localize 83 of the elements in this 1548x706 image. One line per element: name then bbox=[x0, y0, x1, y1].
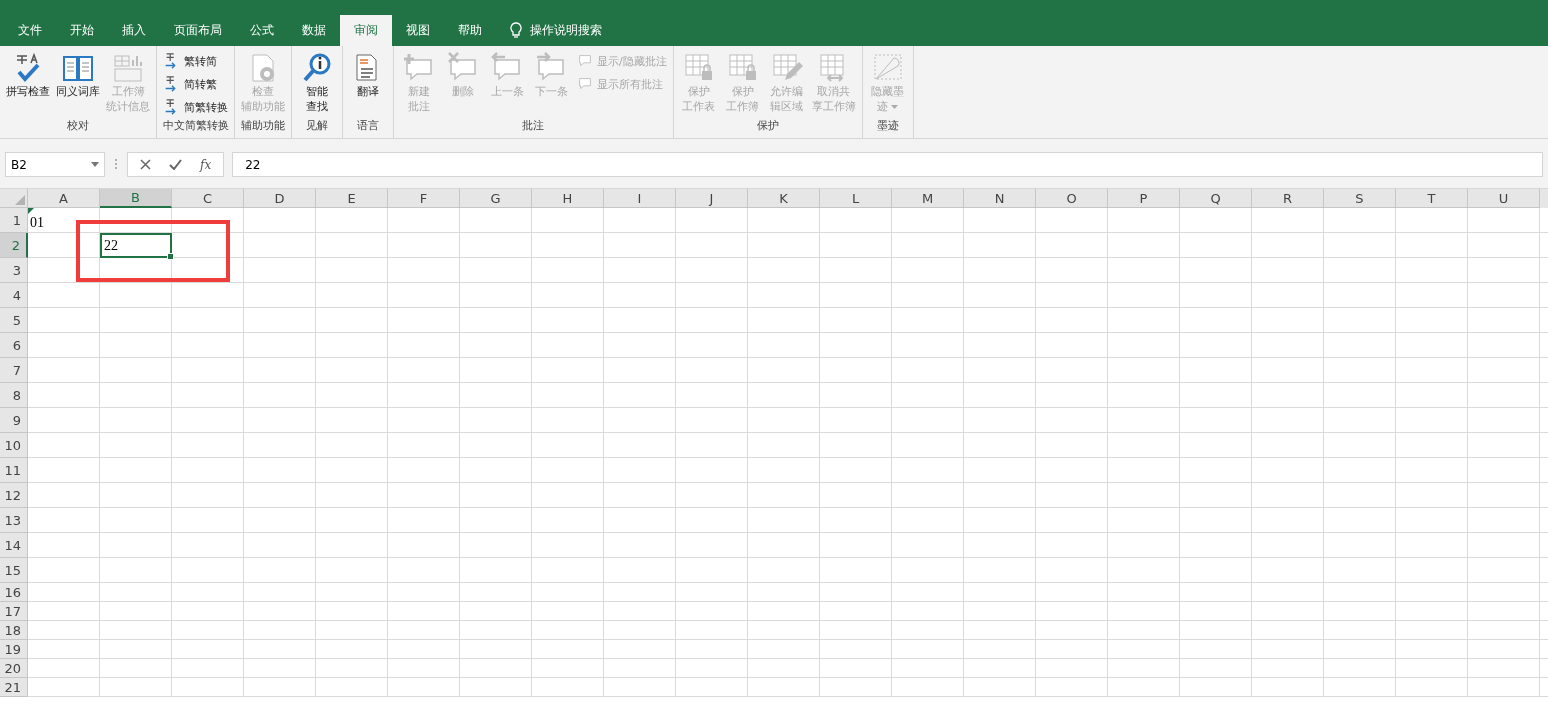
search-icon bbox=[301, 52, 333, 84]
group-label: 批注 bbox=[522, 118, 545, 134]
selected-cell[interactable]: 22 bbox=[100, 233, 172, 258]
row-header[interactable]: 10 bbox=[0, 433, 28, 458]
error-indicator-icon bbox=[28, 208, 34, 214]
ribbon-button[interactable]: 拼写检查 bbox=[4, 50, 52, 118]
row-header[interactable]: 11 bbox=[0, 458, 28, 483]
group-label: 墨迹 bbox=[876, 118, 899, 134]
column-header[interactable]: S bbox=[1324, 189, 1396, 208]
column-header[interactable]: R bbox=[1252, 189, 1324, 208]
dropdown-icon bbox=[91, 162, 99, 167]
column-header[interactable]: A bbox=[28, 189, 100, 208]
row-header[interactable]: 17 bbox=[0, 602, 28, 621]
row-header[interactable]: 5 bbox=[0, 308, 28, 333]
ribbon-tab[interactable]: 插入 bbox=[108, 15, 160, 46]
fill-handle[interactable] bbox=[167, 253, 174, 260]
check-icon[interactable] bbox=[169, 159, 182, 170]
name-box[interactable]: B2 bbox=[5, 152, 105, 177]
ribbon-tab[interactable]: 审阅 bbox=[340, 15, 392, 46]
ribbon-button[interactable]: 繁转简 bbox=[161, 50, 230, 72]
ribbon-tab[interactable]: 开始 bbox=[56, 15, 108, 46]
ribbon-tab[interactable]: 公式 bbox=[236, 15, 288, 46]
column-header[interactable]: I bbox=[604, 189, 676, 208]
row-header[interactable]: 4 bbox=[0, 283, 28, 308]
ribbon-tab[interactable]: 页面布局 bbox=[160, 15, 236, 46]
column-header[interactable]: K bbox=[748, 189, 820, 208]
row-header[interactable]: 2 bbox=[0, 233, 28, 258]
column-header[interactable]: L bbox=[820, 189, 892, 208]
column-header[interactable]: T bbox=[1396, 189, 1468, 208]
row-header[interactable]: 8 bbox=[0, 383, 28, 408]
ribbon-button[interactable]: 简繁转换 bbox=[161, 96, 230, 118]
column-header[interactable]: C bbox=[172, 189, 244, 208]
ribbon-tab[interactable]: 文件 bbox=[4, 15, 56, 46]
insert-function-button[interactable]: fx bbox=[200, 157, 212, 172]
row-header[interactable]: 19 bbox=[0, 640, 28, 659]
table-cell[interactable]: 01 bbox=[28, 208, 100, 233]
column-header[interactable]: U bbox=[1468, 189, 1540, 208]
chart-icon bbox=[112, 52, 144, 84]
lightbulb-icon bbox=[510, 22, 522, 39]
row-header[interactable]: 12 bbox=[0, 483, 28, 508]
column-header[interactable]: E bbox=[316, 189, 388, 208]
row-header[interactable]: 14 bbox=[0, 533, 28, 558]
group-label: 见解 bbox=[306, 118, 328, 134]
column-header[interactable]: B bbox=[100, 189, 172, 208]
row-header[interactable]: 3 bbox=[0, 258, 28, 283]
triangle-icon bbox=[15, 195, 25, 205]
column-header[interactable]: Q bbox=[1180, 189, 1252, 208]
drag-handle-icon[interactable] bbox=[113, 156, 119, 171]
group-label: 辅助功能 bbox=[241, 118, 285, 134]
row-header[interactable]: 9 bbox=[0, 408, 28, 433]
formula-input[interactable]: 22 bbox=[232, 152, 1543, 177]
row-header[interactable]: 18 bbox=[0, 621, 28, 640]
column-header[interactable]: D bbox=[244, 189, 316, 208]
column-header[interactable]: G bbox=[460, 189, 532, 208]
column-header[interactable]: O bbox=[1036, 189, 1108, 208]
tell-me-search[interactable]: 操作说明搜索 bbox=[530, 22, 602, 39]
row-header[interactable]: 1 bbox=[0, 208, 28, 233]
group-label: 语言 bbox=[357, 118, 379, 134]
ribbon-tab[interactable]: 数据 bbox=[288, 15, 340, 46]
ribbon-tab[interactable]: 帮助 bbox=[444, 15, 496, 46]
row-header[interactable]: 16 bbox=[0, 583, 28, 602]
cancel-icon[interactable] bbox=[140, 159, 151, 170]
column-header[interactable]: J bbox=[676, 189, 748, 208]
ribbon-button[interactable]: 翻译 bbox=[347, 50, 389, 118]
ribbon-button[interactable]: 简转繁 bbox=[161, 73, 230, 95]
column-header[interactable]: P bbox=[1108, 189, 1180, 208]
column-header[interactable]: N bbox=[964, 189, 1036, 208]
row-header[interactable]: 15 bbox=[0, 558, 28, 583]
column-header[interactable]: M bbox=[892, 189, 964, 208]
row-header[interactable]: 7 bbox=[0, 358, 28, 383]
group-label: 保护 bbox=[756, 118, 779, 134]
group-label: 中文简繁转换 bbox=[162, 118, 229, 134]
group-label: 校对 bbox=[67, 118, 89, 134]
ribbon-button[interactable]: 智能查找 bbox=[296, 50, 338, 118]
column-header[interactable]: F bbox=[388, 189, 460, 208]
row-header[interactable]: 6 bbox=[0, 333, 28, 358]
row-header[interactable]: 21 bbox=[0, 678, 28, 697]
row-header[interactable]: 13 bbox=[0, 508, 28, 533]
column-header[interactable]: H bbox=[532, 189, 604, 208]
caret-icon bbox=[891, 105, 899, 109]
ribbon-tab[interactable]: 视图 bbox=[392, 15, 444, 46]
row-header[interactable]: 20 bbox=[0, 659, 28, 678]
ribbon-button[interactable]: 同义词库 bbox=[54, 50, 102, 118]
